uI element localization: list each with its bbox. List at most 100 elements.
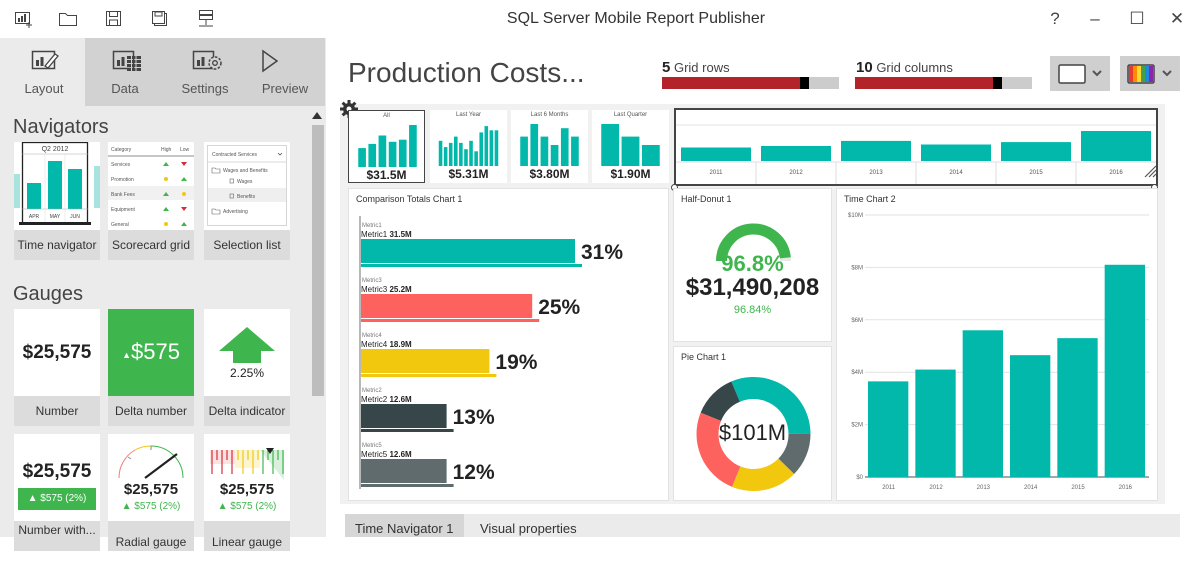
tab-visual-properties[interactable]: Visual properties xyxy=(470,514,587,537)
cell-sparkbars xyxy=(358,125,417,167)
pie-center-label: $101M xyxy=(718,420,787,445)
pie-chart[interactable]: Pie Chart 1 $101M xyxy=(673,346,832,501)
grid-columns-slider-thumb[interactable] xyxy=(993,77,1003,89)
grid-rows-slider-thumb[interactable] xyxy=(800,77,810,89)
comparison-totals-chart[interactable]: Comparison Totals Chart 1 Metric1 Metric1… xyxy=(348,188,669,501)
time-navigator-timeline[interactable]: 2011 2012 2013 2014 2015 2016 xyxy=(674,108,1158,186)
spark-bar xyxy=(358,148,366,167)
spark-bar xyxy=(621,136,640,166)
time-navigator-cell[interactable]: Last Year $5.31M xyxy=(430,110,507,183)
gallery-tile-number[interactable]: $25,575 xyxy=(14,309,100,396)
close-button[interactable]: ✕ xyxy=(1162,6,1192,32)
comparison-bars: Metric1Metric1 31.5M 31% Metric3Metric3 25… xyxy=(359,216,623,489)
spark-bar xyxy=(550,145,559,166)
blank-layout-icon xyxy=(1058,64,1086,84)
spark-bar xyxy=(560,128,569,166)
tile-label-linear-gauge: Linear gauge xyxy=(204,521,290,551)
cell-value: $5.31M xyxy=(448,167,489,181)
resize-handle-icon[interactable] xyxy=(1143,164,1157,178)
layout-dropdown-button[interactable] xyxy=(1050,56,1110,91)
gallery-scrollbar-thumb[interactable] xyxy=(312,125,324,396)
metric-caption: Metric1 xyxy=(362,223,382,229)
y-tick-label: $10M xyxy=(848,213,863,219)
comparison-target-bar xyxy=(361,429,454,432)
time-navigator-cell[interactable]: Last 6 Months $3.80M xyxy=(511,110,588,183)
x-tick-label: 2011 xyxy=(882,485,896,491)
settings-icon xyxy=(192,50,222,70)
percent-label: 19% xyxy=(495,351,537,374)
svg-text:Advertising: Advertising xyxy=(223,209,248,215)
grid-rows-slider[interactable] xyxy=(662,77,839,89)
maximize-button[interactable]: ☐ xyxy=(1122,6,1152,32)
svg-text:APR: APR xyxy=(29,214,40,220)
svg-text:Wages: Wages xyxy=(237,179,253,185)
tab-layout[interactable]: Layout xyxy=(4,38,84,106)
time-chart-bar xyxy=(1104,264,1145,477)
scorecard-preview: Category High Low Services Promotion Ban… xyxy=(108,147,194,228)
time-chart-plot: $0 $2M $4M $6M $8M $10M 2011 2012 2013 2014 2015 20… xyxy=(848,213,1149,491)
color-palette-dropdown-button[interactable] xyxy=(1120,56,1180,91)
spark-bar xyxy=(378,135,387,167)
time-chart-bar xyxy=(915,369,956,477)
number-preview-value: $25,575 xyxy=(22,342,92,363)
x-tick-label: 2013 xyxy=(977,485,991,491)
radial-gauge-preview xyxy=(118,445,184,479)
tab-preview[interactable]: Preview xyxy=(245,38,325,106)
up-arrow-icon xyxy=(219,327,275,363)
time-navigator-cell[interactable]: All $31.5M xyxy=(348,110,425,183)
spark-bar xyxy=(474,151,478,166)
timeline-bar xyxy=(841,140,911,161)
gallery-tile-scorecard-grid[interactable]: Category High Low Services Promotion Ban… xyxy=(108,142,194,230)
timeline-chart: 2011 2012 2013 2014 2015 2016 xyxy=(676,124,1156,184)
period-label: Q2 2012 xyxy=(42,146,69,153)
tab-settings[interactable]: Settings xyxy=(165,38,245,106)
help-button[interactable]: ? xyxy=(1040,6,1070,32)
title-bar: SQL Server Mobile Report Publisher ? – ☐… xyxy=(0,0,1200,38)
tab-data[interactable]: Data xyxy=(85,38,165,106)
gallery-tile-linear-gauge[interactable]: $25,575 ▲ $575 (2%) xyxy=(204,434,290,521)
gallery-tile-delta-number[interactable]: ▲$575 xyxy=(108,309,194,396)
half-donut-chart[interactable]: Half-Donut 1 96.8% $31,490,208 96.84% xyxy=(673,188,832,342)
grid-rows-slider-fill xyxy=(662,77,801,89)
x-tick-label: 2014 xyxy=(1024,485,1038,491)
scroll-up-arrow-icon[interactable] xyxy=(312,112,322,119)
spark-bar xyxy=(571,136,579,166)
time-navigator-preview: Q2 2012 APR MAY JUN xyxy=(14,141,100,225)
minimize-button[interactable]: – xyxy=(1080,6,1110,32)
radial-gauge-value: $25,575 xyxy=(123,481,179,498)
spark-bar xyxy=(494,130,499,166)
svg-text:Equipment: Equipment xyxy=(111,207,136,213)
spark-bar xyxy=(388,141,397,167)
time-chart-bar xyxy=(962,330,1003,477)
comparison-target-bar xyxy=(361,374,497,377)
y-tick-label: $2M xyxy=(851,423,863,429)
comparison-bar xyxy=(361,294,533,318)
report-title[interactable]: Production Costs... xyxy=(348,57,585,89)
grid-columns-slider[interactable] xyxy=(855,77,1032,89)
metric-caption: Metric5 xyxy=(362,443,382,449)
gallery-tile-selection-list[interactable]: Contracted Services Wages and Benefits W… xyxy=(204,142,290,230)
tab-label: Layout xyxy=(24,81,64,96)
metric-caption: Metric3 xyxy=(362,278,382,284)
gallery-tile-time-navigator[interactable]: Q2 2012 APR MAY JUN xyxy=(14,141,100,230)
gallery-tile-radial-gauge[interactable]: $25,575 ▲ $575 (2%) xyxy=(108,434,194,521)
percent-label: 31% xyxy=(581,241,623,264)
delta-up-arrow-icon: ▲ xyxy=(122,349,131,360)
time-chart[interactable]: Time Chart 2 $0 $2M $4M $6M $8M $10M 2011 2012 2… xyxy=(836,188,1158,501)
tile-label-delta-number: Delta number xyxy=(108,396,194,426)
metric-label: Metric5 12.6M xyxy=(361,450,412,459)
tile-label-selection-list: Selection list xyxy=(204,230,290,260)
metric-caption: Metric2 xyxy=(362,388,382,394)
gallery-tile-delta-indicator[interactable]: 2.25% xyxy=(204,309,290,396)
tab-time-navigator-1[interactable]: Time Navigator 1 xyxy=(345,514,464,537)
tab-label: Settings xyxy=(181,81,229,96)
linear-gauge-preview xyxy=(210,448,284,480)
svg-text:Services: Services xyxy=(111,162,131,168)
svg-text:Wages and Benefits: Wages and Benefits xyxy=(223,168,268,174)
x-tick-label: 2012 xyxy=(929,485,943,491)
timeline-bar xyxy=(1001,142,1071,161)
time-navigator-cell[interactable]: Last Quarter $1.90M xyxy=(592,110,669,183)
gallery-tile-number-with-delta[interactable]: $25,575 ▲ $575 (2%) xyxy=(14,434,100,521)
svg-text:General: General xyxy=(111,222,129,228)
tile-label-radial-gauge: Radial gauge xyxy=(108,521,194,551)
